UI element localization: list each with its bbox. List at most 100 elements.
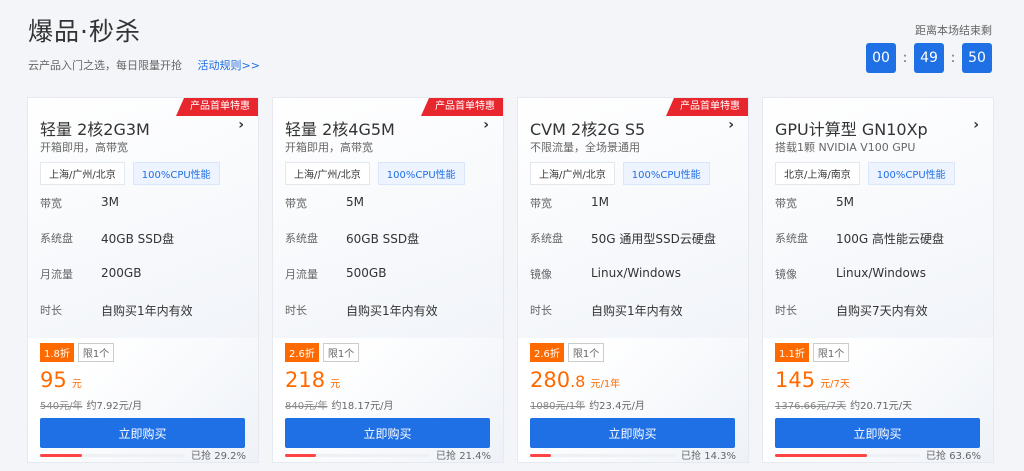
card-tags: 北京/上海/南京 100%CPU性能 xyxy=(775,162,963,185)
spec-key: 带宽 xyxy=(40,197,62,210)
price-unit: 元/7天 xyxy=(820,379,850,390)
approx-price: 约7.92元/月 xyxy=(86,401,143,412)
region-tag: 上海/广州/北京 xyxy=(285,162,370,185)
price-value: 280 xyxy=(530,368,571,392)
spec-row: 时长 自购买1年内有效 xyxy=(285,302,438,319)
region-tag: 北京/上海/南京 xyxy=(775,162,860,185)
price-value: 218 xyxy=(285,368,326,392)
card-subtitle: 开箱即用，高带宽 xyxy=(285,141,373,154)
spec-row: 月流量 200GB xyxy=(40,266,141,282)
product-card[interactable]: 产品首单特惠 轻量 2核2G3M › 开箱即用，高带宽 上海/广州/北京 100%CP… xyxy=(27,97,259,463)
spec-row: 镜像 Linux/Windows xyxy=(775,266,926,282)
spec-value: Linux/Windows xyxy=(836,266,926,280)
sold-progress-bar xyxy=(285,454,430,457)
spec-key: 镜像 xyxy=(530,268,552,281)
discount-row: 1.1折 限1个 xyxy=(775,343,850,362)
spec-key: 月流量 xyxy=(40,268,73,281)
chevron-right-icon[interactable]: › xyxy=(973,117,979,133)
discount-badge: 2.6折 xyxy=(530,343,564,362)
spec-key: 时长 xyxy=(40,304,62,317)
card-title: CVM 2核2G S5 xyxy=(530,120,646,139)
sold-progress-bar xyxy=(775,454,920,457)
cpu-tag: 100%CPU性能 xyxy=(377,162,465,185)
approx-price: 约23.4元/月 xyxy=(589,401,645,412)
spec-key: 带宽 xyxy=(530,197,552,210)
card-title: 轻量 2核4G5M xyxy=(285,120,395,139)
spec-row: 镜像 Linux/Windows xyxy=(530,266,681,282)
buy-now-button[interactable]: 立即购买 xyxy=(775,418,980,448)
spec-row: 月流量 500GB xyxy=(285,266,386,282)
region-tag: 上海/广州/北京 xyxy=(530,162,615,185)
countdown-separator: : xyxy=(902,50,908,66)
price-unit: 元 xyxy=(71,379,82,390)
original-price: 540元/年 约7.92元/月 xyxy=(40,397,142,412)
first-order-badge: 产品首单特惠 xyxy=(176,98,258,116)
original-price-value: 840元/年 xyxy=(285,401,328,412)
activity-rules-link[interactable]: 活动规则>> xyxy=(198,59,260,72)
product-cards: 产品首单特惠轻量 2核2G3M › 开箱即用，高带宽 上海/广州/北京 100%CP… xyxy=(27,97,1007,463)
price: 145 元/7天 xyxy=(775,368,850,392)
spec-value: 自购买1年内有效 xyxy=(591,304,683,318)
card-title: 轻量 2核2G3M xyxy=(40,120,150,139)
card-title: GPU计算型 GN10Xp xyxy=(775,120,928,139)
product-card[interactable]: GPU计算型 GN10Xp › 搭载1颗 NVIDIA V100 GPU 北京/上海… xyxy=(762,97,994,463)
spec-key: 带宽 xyxy=(285,197,307,210)
countdown-label: 距离本场结束剩 xyxy=(915,24,992,37)
sold-progress-bar xyxy=(530,454,675,457)
price-value: 145 xyxy=(775,368,816,392)
sold-percentage: 已抢 63.6% xyxy=(926,451,981,462)
spec-value: 3M xyxy=(101,195,119,209)
buy-now-button[interactable]: 立即购买 xyxy=(40,418,245,448)
price-unit: 元/1年 xyxy=(590,379,621,390)
spec-row: 系统盘 50G 通用型SSD云硬盘 xyxy=(530,230,716,247)
buy-now-button[interactable]: 立即购买 xyxy=(530,418,735,448)
spec-row: 时长 自购买7天内有效 xyxy=(775,302,928,319)
spec-value: 自购买7天内有效 xyxy=(836,304,928,318)
spec-value: 50G 通用型SSD云硬盘 xyxy=(591,232,716,246)
spec-key: 时长 xyxy=(285,304,307,317)
buy-now-button[interactable]: 立即购买 xyxy=(285,418,490,448)
discount-badge: 1.1折 xyxy=(775,343,809,362)
countdown-minutes: 49 xyxy=(914,43,944,73)
original-price: 1376.66元/7天 约20.71元/天 xyxy=(775,397,912,412)
product-card[interactable]: 产品首单特惠轻量 2核4G5M › 开箱即用，高带宽 上海/广州/北京 100%CP… xyxy=(272,97,504,463)
card-tags: 上海/广州/北京 100%CPU性能 xyxy=(40,162,228,185)
spec-row: 时长 自购买1年内有效 xyxy=(40,302,193,319)
chevron-right-icon[interactable]: › xyxy=(728,117,734,133)
card-subtitle: 搭载1颗 NVIDIA V100 GPU xyxy=(775,141,916,154)
chevron-right-icon[interactable]: › xyxy=(483,117,489,133)
first-order-badge: 产品首单特惠 xyxy=(421,98,503,116)
spec-value: Linux/Windows xyxy=(591,266,681,280)
cpu-tag: 100%CPU性能 xyxy=(132,162,220,185)
countdown-timer: 00 : 49 : 50 xyxy=(866,43,992,73)
spec-row: 带宽 3M xyxy=(40,195,119,211)
spec-value: 自购买1年内有效 xyxy=(101,304,193,318)
card-subtitle: 不限流量，全场景通用 xyxy=(530,141,640,154)
discount-badge: 1.8折 xyxy=(40,343,74,362)
countdown-hours: 00 xyxy=(866,43,896,73)
approx-price: 约20.71元/天 xyxy=(850,401,913,412)
spec-row: 系统盘 60GB SSD盘 xyxy=(285,230,419,247)
price: 280.8 元/1年 xyxy=(530,368,620,392)
sold-progress-fill xyxy=(530,454,551,457)
card-tags: 上海/广州/北京 100%CPU性能 xyxy=(285,162,473,185)
original-price-value: 1080元/1年 xyxy=(530,401,586,412)
spec-row: 系统盘 40GB SSD盘 xyxy=(40,230,174,247)
price: 95 元 xyxy=(40,368,82,392)
product-card[interactable]: 产品首单特惠 CVM 2核2G S5 › 不限流量，全场景通用 上海/广州/北京 10… xyxy=(517,97,749,463)
spec-value: 5M xyxy=(836,195,854,209)
spec-key: 月流量 xyxy=(285,268,318,281)
discount-row: 2.6折 限1个 xyxy=(285,343,360,362)
original-price-value: 540元/年 xyxy=(40,401,83,412)
chevron-right-icon[interactable]: › xyxy=(238,117,244,133)
first-order-badge: 产品首单特惠 xyxy=(666,98,748,116)
price-decimal: .8 xyxy=(570,372,586,391)
spec-key: 时长 xyxy=(775,304,797,317)
spec-key: 系统盘 xyxy=(530,232,563,245)
countdown-seconds: 50 xyxy=(962,43,992,73)
discount-row: 2.6折 限1个 xyxy=(530,343,605,362)
sold-percentage: 已抢 29.2% xyxy=(191,451,246,462)
sold-percentage: 已抢 21.4% xyxy=(436,451,491,462)
card-tags: 上海/广州/北京 100%CPU性能 xyxy=(530,162,718,185)
spec-row: 带宽 1M xyxy=(530,195,609,211)
